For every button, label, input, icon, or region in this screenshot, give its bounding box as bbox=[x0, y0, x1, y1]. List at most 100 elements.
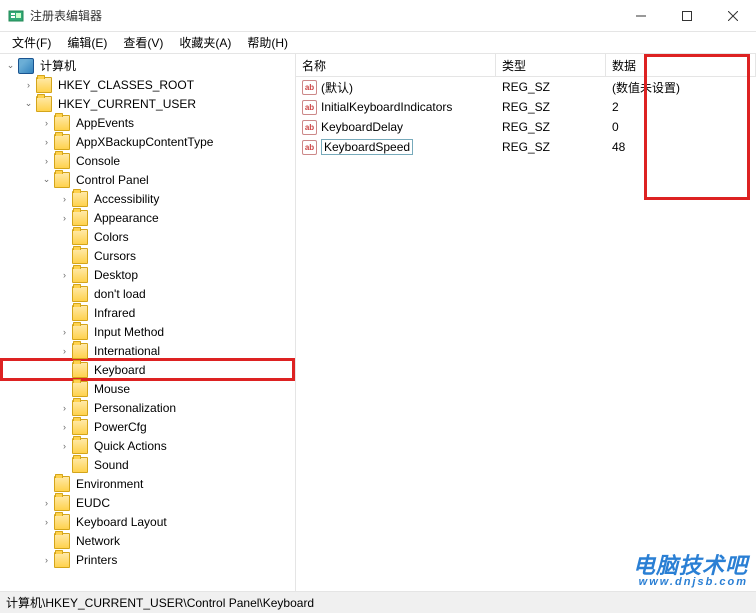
list-row[interactable]: ab(默认) REG_SZ (数值未设置) bbox=[296, 77, 756, 97]
string-value-icon: ab bbox=[302, 120, 317, 135]
value-data: 48 bbox=[606, 139, 756, 155]
menu-view[interactable]: 查看(V) bbox=[115, 32, 171, 53]
value-type: REG_SZ bbox=[496, 79, 606, 95]
expand-icon[interactable]: › bbox=[40, 116, 53, 129]
tree-network[interactable]: Network bbox=[2, 531, 293, 550]
list-row[interactable]: abKeyboardDelay REG_SZ 0 bbox=[296, 117, 756, 137]
menu-edit[interactable]: 编辑(E) bbox=[59, 32, 115, 53]
tree-control-panel[interactable]: ⌄ Control Panel bbox=[2, 170, 293, 189]
tree-hkey-current-user[interactable]: ⌄ HKEY_CURRENT_USER bbox=[2, 94, 293, 113]
tree-label: HKEY_CLASSES_ROOT bbox=[55, 77, 197, 93]
tree-keyboard[interactable]: Keyboard bbox=[2, 360, 293, 379]
tree-appevents[interactable]: ›AppEvents bbox=[2, 113, 293, 132]
expand-icon[interactable]: › bbox=[58, 211, 71, 224]
column-header-name[interactable]: 名称 bbox=[296, 54, 496, 76]
computer-icon bbox=[18, 58, 34, 74]
list-row[interactable]: abInitialKeyboardIndicators REG_SZ 2 bbox=[296, 97, 756, 117]
expand-icon[interactable]: › bbox=[22, 78, 35, 91]
expand-icon[interactable]: › bbox=[58, 420, 71, 433]
string-value-icon: ab bbox=[302, 140, 317, 155]
menubar: 文件(F) 编辑(E) 查看(V) 收藏夹(A) 帮助(H) bbox=[0, 32, 756, 54]
tree-root-computer[interactable]: ⌄ 计算机 bbox=[2, 56, 293, 75]
expand-icon[interactable]: › bbox=[58, 401, 71, 414]
tree-label: Accessibility bbox=[91, 191, 162, 207]
tree-label: Printers bbox=[73, 552, 120, 568]
tree-panel[interactable]: ⌄ 计算机 › HKEY_CLASSES_ROOT ⌄ HKEY_CURRENT… bbox=[0, 54, 296, 591]
watermark: 电脑技术吧 www.dnjsb.com bbox=[633, 548, 748, 588]
tree-label: Cursors bbox=[91, 248, 139, 264]
close-button[interactable] bbox=[710, 0, 756, 31]
list-row[interactable]: abKeyboardSpeed REG_SZ 48 bbox=[296, 137, 756, 157]
minimize-button[interactable] bbox=[618, 0, 664, 31]
tree-environment[interactable]: Environment bbox=[2, 474, 293, 493]
expand-icon[interactable]: › bbox=[58, 192, 71, 205]
folder-icon bbox=[72, 286, 88, 302]
tree-label: Mouse bbox=[91, 381, 133, 397]
column-header-type[interactable]: 类型 bbox=[496, 54, 606, 76]
string-value-icon: ab bbox=[302, 80, 317, 95]
tree-colors[interactable]: Colors bbox=[2, 227, 293, 246]
menu-help[interactable]: 帮助(H) bbox=[239, 32, 296, 53]
folder-icon bbox=[36, 77, 52, 93]
maximize-button[interactable] bbox=[664, 0, 710, 31]
window-controls bbox=[618, 0, 756, 31]
folder-icon bbox=[72, 324, 88, 340]
folder-icon bbox=[72, 457, 88, 473]
value-data: 0 bbox=[606, 119, 756, 135]
tree-console[interactable]: › Console bbox=[2, 151, 293, 170]
tree-quick-actions[interactable]: ›Quick Actions bbox=[2, 436, 293, 455]
folder-icon bbox=[36, 96, 52, 112]
expand-icon[interactable]: › bbox=[40, 496, 53, 509]
expand-icon[interactable]: › bbox=[40, 553, 53, 566]
tree-infrared[interactable]: Infrared bbox=[2, 303, 293, 322]
tree-label: Sound bbox=[91, 457, 132, 473]
folder-icon bbox=[72, 343, 88, 359]
folder-icon bbox=[54, 172, 70, 188]
tree-label: AppXBackupContentType bbox=[73, 134, 216, 150]
tree-label: Personalization bbox=[91, 400, 179, 416]
expand-icon[interactable]: › bbox=[40, 515, 53, 528]
tree-input-method[interactable]: ›Input Method bbox=[2, 322, 293, 341]
tree-label: Network bbox=[73, 533, 123, 549]
tree-appxbackup[interactable]: › AppXBackupContentType bbox=[2, 132, 293, 151]
folder-icon bbox=[54, 533, 70, 549]
titlebar: 注册表编辑器 bbox=[0, 0, 756, 32]
tree-desktop[interactable]: ›Desktop bbox=[2, 265, 293, 284]
tree-powercfg[interactable]: ›PowerCfg bbox=[2, 417, 293, 436]
column-header-data[interactable]: 数据 bbox=[606, 54, 756, 76]
menu-file[interactable]: 文件(F) bbox=[4, 32, 59, 53]
tree-eudc[interactable]: ›EUDC bbox=[2, 493, 293, 512]
app-icon bbox=[8, 8, 24, 24]
list-panel[interactable]: 名称 类型 数据 ab(默认) REG_SZ (数值未设置) abInitial… bbox=[296, 54, 756, 591]
expand-icon[interactable]: › bbox=[58, 268, 71, 281]
tree-label: Keyboard Layout bbox=[73, 514, 170, 530]
tree-accessibility[interactable]: › Accessibility bbox=[2, 189, 293, 208]
tree-international[interactable]: ›International bbox=[2, 341, 293, 360]
expand-icon[interactable]: › bbox=[40, 154, 53, 167]
expand-icon[interactable]: › bbox=[40, 135, 53, 148]
tree-label: HKEY_CURRENT_USER bbox=[55, 96, 199, 112]
collapse-icon[interactable]: ⌄ bbox=[22, 97, 35, 110]
value-name: InitialKeyboardIndicators bbox=[321, 100, 452, 114]
folder-icon bbox=[72, 267, 88, 283]
value-name: KeyboardSpeed bbox=[321, 139, 413, 155]
tree-sound[interactable]: Sound bbox=[2, 455, 293, 474]
expand-icon[interactable]: › bbox=[58, 325, 71, 338]
tree-label: Console bbox=[73, 153, 123, 169]
tree-personalization[interactable]: › Personalization bbox=[2, 398, 293, 417]
folder-icon bbox=[54, 552, 70, 568]
expand-icon[interactable]: › bbox=[58, 344, 71, 357]
expand-icon[interactable]: › bbox=[58, 439, 71, 452]
collapse-icon[interactable]: ⌄ bbox=[40, 173, 53, 186]
tree-label: Environment bbox=[73, 476, 146, 492]
tree-appearance[interactable]: ›Appearance bbox=[2, 208, 293, 227]
tree-mouse[interactable]: Mouse bbox=[2, 379, 293, 398]
collapse-icon[interactable]: ⌄ bbox=[4, 59, 17, 72]
tree-keyboard-layout[interactable]: › Keyboard Layout bbox=[2, 512, 293, 531]
tree-label: Control Panel bbox=[73, 172, 152, 188]
tree-cursors[interactable]: Cursors bbox=[2, 246, 293, 265]
menu-favorites[interactable]: 收藏夹(A) bbox=[171, 32, 239, 53]
tree-dont-load[interactable]: don't load bbox=[2, 284, 293, 303]
tree-hkey-classes-root[interactable]: › HKEY_CLASSES_ROOT bbox=[2, 75, 293, 94]
tree-printers[interactable]: › Printers bbox=[2, 550, 293, 569]
